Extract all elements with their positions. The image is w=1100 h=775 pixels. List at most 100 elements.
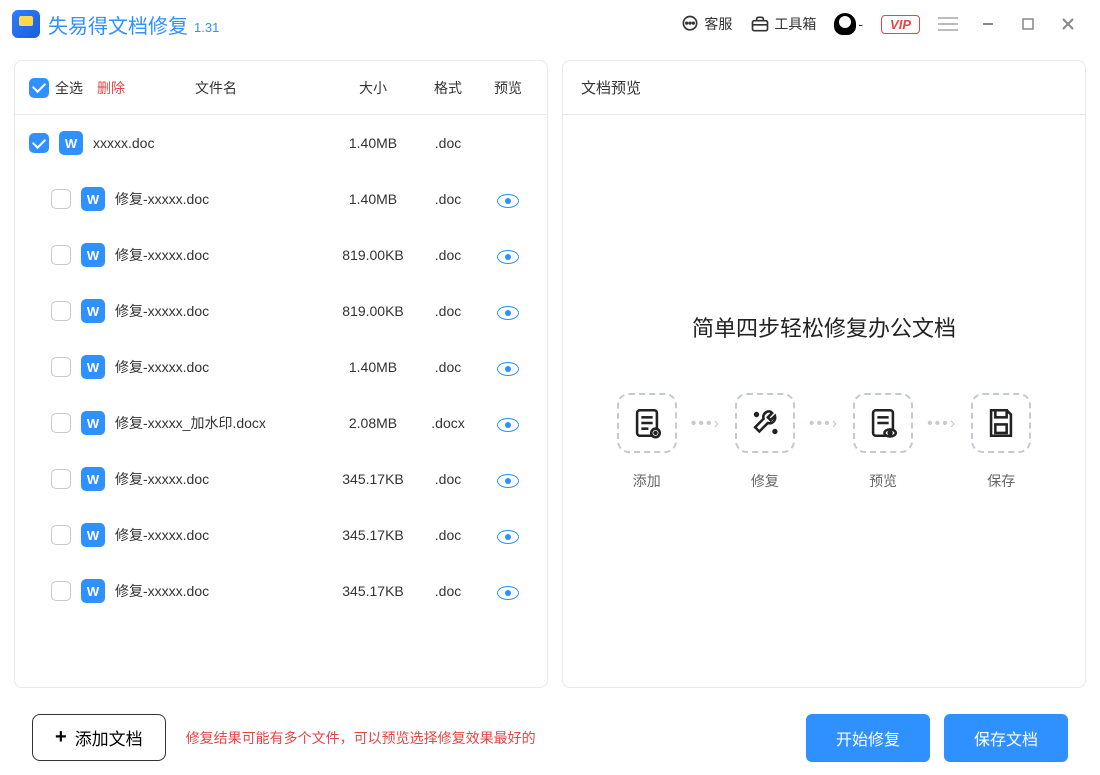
preview-eye-icon[interactable] bbox=[497, 362, 519, 376]
file-checkbox[interactable] bbox=[51, 413, 71, 433]
toolbox-button[interactable]: 工具箱 bbox=[750, 14, 816, 34]
preview-title: 简单四步轻松修复办公文档 bbox=[692, 311, 956, 343]
file-checkbox[interactable] bbox=[51, 301, 71, 321]
file-checkbox[interactable] bbox=[51, 245, 71, 265]
file-list-panel: 全选 删除 文件名 大小 格式 预览 Wxxxxx.doc1.40MB.docW… bbox=[14, 60, 548, 688]
file-row[interactable]: W 修复-xxxxx.doc819.00KB.doc bbox=[15, 283, 547, 339]
close-button[interactable] bbox=[1048, 4, 1088, 44]
file-name: 修复-xxxxx.doc bbox=[115, 525, 333, 545]
file-row[interactable]: W 修复-xxxxx.doc819.00KB.doc bbox=[15, 227, 547, 283]
menu-button[interactable] bbox=[938, 17, 958, 31]
file-size: 1.40MB bbox=[333, 135, 413, 151]
file-size: 819.00KB bbox=[333, 303, 413, 319]
file-preview-cell bbox=[483, 303, 533, 320]
file-list: Wxxxxx.doc1.40MB.docW修复-xxxxx.doc1.40MB.… bbox=[15, 115, 547, 687]
save-icon bbox=[984, 406, 1018, 440]
start-repair-button[interactable]: 开始修复 bbox=[806, 714, 930, 762]
file-size: 345.17KB bbox=[333, 471, 413, 487]
file-name: 修复-xxxxx.doc bbox=[115, 357, 333, 377]
arrow-icon: •••› bbox=[809, 415, 839, 433]
file-checkbox[interactable] bbox=[51, 469, 71, 489]
file-format: .doc bbox=[413, 359, 483, 375]
file-name: 修复-xxxxx.doc bbox=[115, 245, 333, 265]
step-repair: 修复 bbox=[735, 393, 795, 491]
arrow-icon: •••› bbox=[927, 415, 957, 433]
word-file-icon: W bbox=[81, 187, 105, 211]
file-row[interactable]: W修复-xxxxx.doc1.40MB.doc bbox=[15, 171, 547, 227]
preview-eye-icon[interactable] bbox=[497, 194, 519, 208]
preview-header: 文档预览 bbox=[563, 61, 1085, 115]
vip-badge[interactable]: VIP bbox=[881, 15, 920, 34]
maximize-button[interactable] bbox=[1008, 4, 1048, 44]
file-format: .docx bbox=[413, 415, 483, 431]
word-file-icon: W bbox=[81, 243, 105, 267]
file-checkbox[interactable] bbox=[51, 189, 71, 209]
file-size: 1.40MB bbox=[333, 359, 413, 375]
col-format: 格式 bbox=[413, 78, 483, 98]
preview-eye-icon[interactable] bbox=[497, 474, 519, 488]
preview-eye-icon[interactable] bbox=[497, 418, 519, 432]
file-row[interactable]: W 修复-xxxxx_加水印.docx2.08MB.docx bbox=[15, 395, 547, 451]
add-document-button[interactable]: + 添加文档 bbox=[32, 714, 166, 761]
step-save: 保存 bbox=[971, 393, 1031, 491]
add-doc-icon bbox=[630, 406, 664, 440]
hint-text: 修复结果可能有多个文件，可以预览选择修复效果最好的 bbox=[186, 728, 536, 748]
file-row[interactable]: W 修复-xxxxx.doc1.40MB.doc bbox=[15, 339, 547, 395]
save-document-button[interactable]: 保存文档 bbox=[944, 714, 1068, 762]
penguin-icon bbox=[834, 13, 856, 35]
file-row[interactable]: W修复-xxxxx.doc345.17KB.doc bbox=[15, 451, 547, 507]
steps-row: 添加 •••› 修复 •••› 预览 •••› 保存 bbox=[617, 393, 1031, 491]
file-row[interactable]: W修复-xxxxx.doc345.17KB.doc bbox=[15, 507, 547, 563]
file-format: .doc bbox=[413, 303, 483, 319]
file-name: 修复-xxxxx.doc bbox=[115, 301, 333, 321]
file-preview-cell bbox=[483, 359, 533, 376]
file-format: .doc bbox=[413, 471, 483, 487]
preview-eye-icon[interactable] bbox=[497, 586, 519, 600]
word-file-icon: W bbox=[81, 579, 105, 603]
file-format: .doc bbox=[413, 247, 483, 263]
chat-icon bbox=[680, 14, 700, 34]
word-file-icon: W bbox=[81, 299, 105, 323]
app-version: 1.31 bbox=[194, 20, 219, 35]
file-name: xxxxx.doc bbox=[93, 135, 333, 151]
file-size: 345.17KB bbox=[333, 527, 413, 543]
step-preview: 预览 bbox=[853, 393, 913, 491]
footer: + 添加文档 修复结果可能有多个文件，可以预览选择修复效果最好的 开始修复 保存… bbox=[0, 700, 1100, 775]
file-checkbox[interactable] bbox=[51, 357, 71, 377]
app-title: 失易得文档修复 bbox=[48, 10, 188, 39]
word-file-icon: W bbox=[59, 131, 83, 155]
delete-link[interactable]: 删除 bbox=[97, 78, 125, 98]
file-row[interactable]: Wxxxxx.doc1.40MB.doc bbox=[15, 115, 547, 171]
file-size: 819.00KB bbox=[333, 247, 413, 263]
file-preview-cell bbox=[483, 583, 533, 600]
file-preview-cell bbox=[483, 247, 533, 264]
file-name: 修复-xxxxx_加水印.docx bbox=[115, 413, 333, 433]
col-preview: 预览 bbox=[483, 78, 533, 98]
col-filename: 文件名 bbox=[195, 78, 237, 98]
app-logo-icon bbox=[12, 10, 40, 38]
file-name: 修复-xxxxx.doc bbox=[115, 581, 333, 601]
customer-service-button[interactable]: 客服 bbox=[680, 14, 732, 34]
file-size: 2.08MB bbox=[333, 415, 413, 431]
preview-eye-icon[interactable] bbox=[497, 250, 519, 264]
preview-eye-icon[interactable] bbox=[497, 530, 519, 544]
step-add: 添加 bbox=[617, 393, 677, 491]
file-format: .doc bbox=[413, 583, 483, 599]
repair-icon bbox=[748, 406, 782, 440]
file-preview-cell bbox=[483, 415, 533, 432]
qq-button[interactable]: - bbox=[834, 13, 863, 35]
file-checkbox[interactable] bbox=[29, 133, 49, 153]
file-row[interactable]: W修复-xxxxx.doc345.17KB.doc bbox=[15, 563, 547, 619]
select-all-checkbox[interactable] bbox=[29, 78, 49, 98]
minimize-button[interactable] bbox=[968, 4, 1008, 44]
preview-panel: 文档预览 简单四步轻松修复办公文档 添加 •••› 修复 •••› 预览 •••… bbox=[562, 60, 1086, 688]
file-format: .doc bbox=[413, 527, 483, 543]
col-size: 大小 bbox=[333, 78, 413, 98]
file-name: 修复-xxxxx.doc bbox=[115, 189, 333, 209]
file-preview-cell bbox=[483, 191, 533, 208]
preview-eye-icon[interactable] bbox=[497, 306, 519, 320]
word-file-icon: W bbox=[81, 411, 105, 435]
file-checkbox[interactable] bbox=[51, 525, 71, 545]
word-file-icon: W bbox=[81, 355, 105, 379]
file-checkbox[interactable] bbox=[51, 581, 71, 601]
